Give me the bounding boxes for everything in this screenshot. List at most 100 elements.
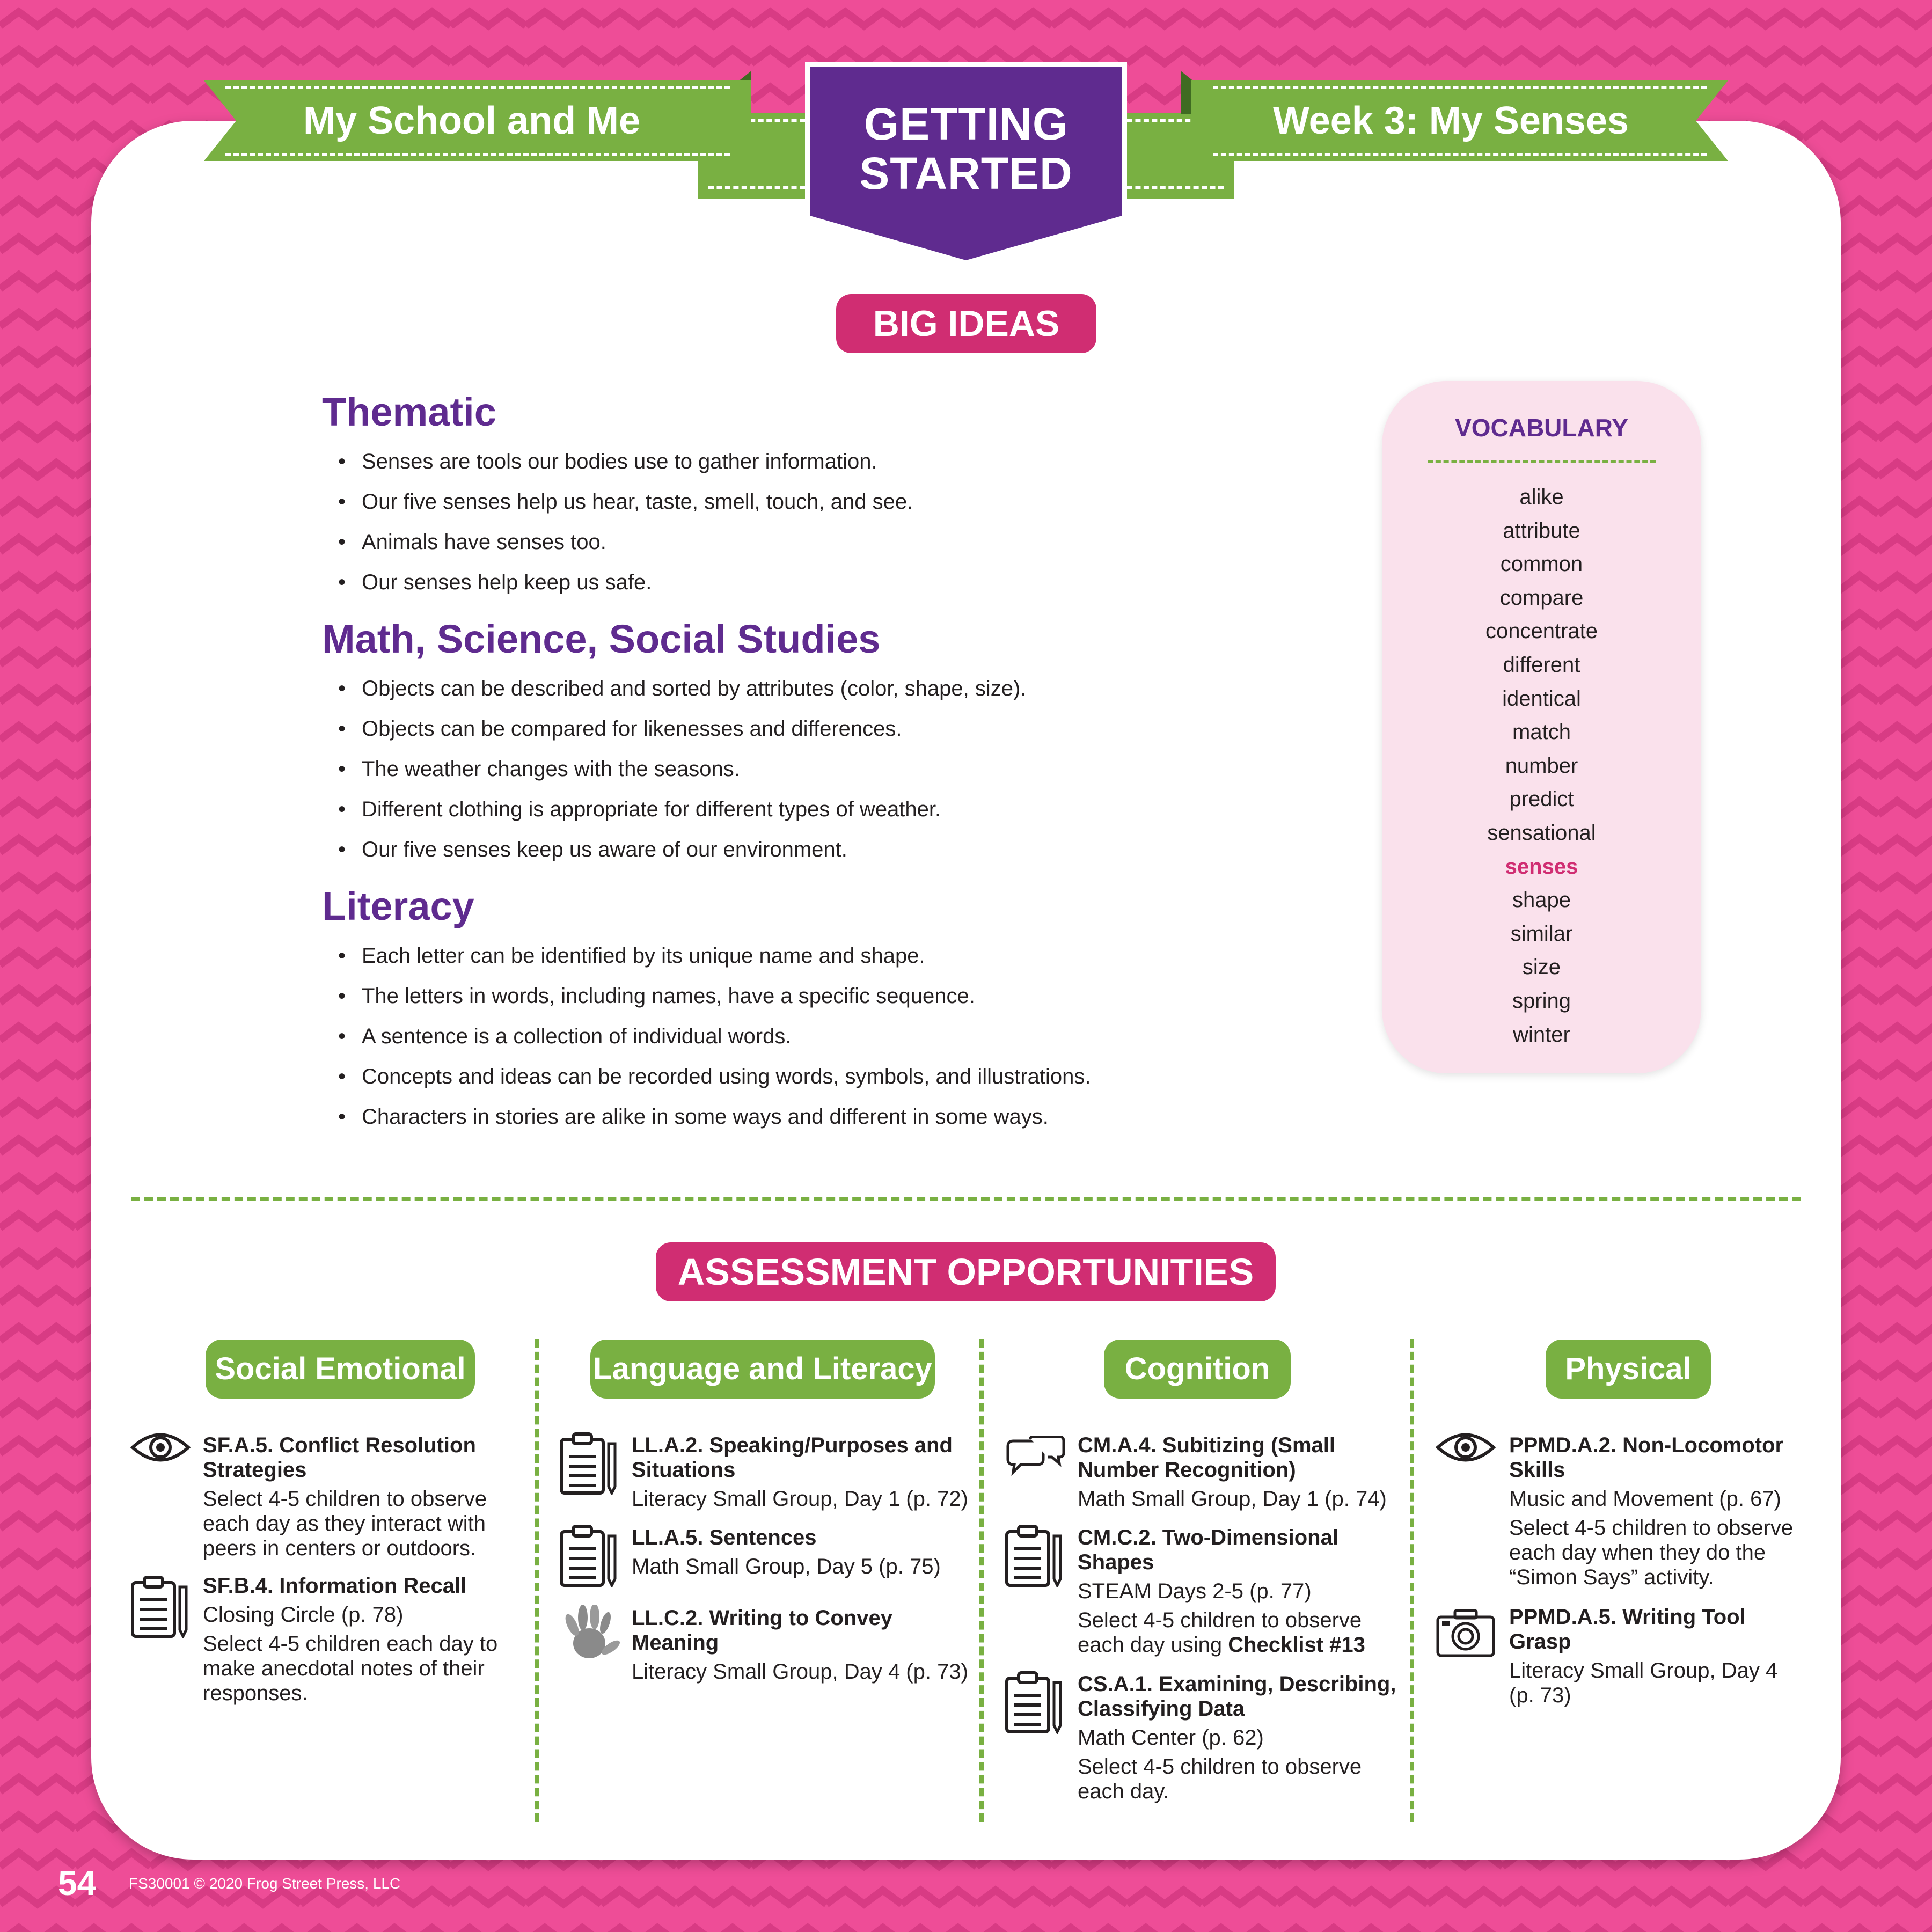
item-description: STEAM Days 2-5 (p. 77)	[1078, 1579, 1312, 1603]
item-description: Closing Circle (p. 78)	[203, 1603, 404, 1627]
banner-right-ribbon: Week 3: My Senses	[1191, 80, 1728, 161]
item-description: Select 4-5 children each day to make anec…	[203, 1632, 498, 1705]
item-code: LL.A.2. Speaking/Purposes and Situations	[632, 1433, 953, 1482]
item-code: PPMD.A.2. Non-Locomotor Skills	[1509, 1433, 1784, 1482]
column-divider	[979, 1339, 984, 1822]
vocab-word: different	[1503, 653, 1580, 677]
vocab-word: predict	[1509, 787, 1574, 811]
vocabulary-title: VOCABULARY	[1455, 414, 1628, 442]
getting-started-title: GETTING STARTED	[859, 99, 1073, 199]
category-social-emotional: Social Emotional	[206, 1340, 475, 1399]
bullet-item: Our five senses help us hear, taste, sme…	[338, 482, 913, 522]
vocabulary-divider	[1428, 460, 1656, 463]
camera-icon	[1436, 1609, 1495, 1657]
vocab-word: compare	[1499, 586, 1584, 610]
vocab-word: sensational	[1487, 821, 1596, 845]
clipboard-icon	[131, 1576, 188, 1638]
assessment-item: SF.A.5. Conflict Resolution Strategies Se…	[203, 1433, 525, 1561]
item-description: Math Center (p. 62)	[1078, 1726, 1264, 1750]
bullet-item: Different clothing is appropriate for di…	[338, 789, 1026, 830]
clipboard-icon	[560, 1525, 617, 1587]
assessment-pill: ASSESSMENT OPPORTUNITIES	[656, 1242, 1276, 1301]
item-description: Select 4-5 children to observe each day u…	[1078, 1608, 1365, 1657]
vocab-word: size	[1522, 955, 1561, 979]
eye-icon	[1436, 1433, 1496, 1462]
item-description: Music and Movement (p. 67)	[1509, 1487, 1781, 1511]
item-code: SF.B.4. Information Recall	[203, 1574, 467, 1598]
copyright: FS30001 © 2020 Frog Street Press, LLC	[129, 1875, 401, 1892]
vocab-word: identical	[1502, 686, 1581, 711]
clipboard-icon	[1005, 1525, 1062, 1587]
item-description: Math Small Group, Day 5 (p. 75)	[632, 1555, 941, 1578]
item-description: Select 4-5 children to observe each day.	[1078, 1755, 1362, 1803]
bullet-item: Objects can be described and sorted by a…	[338, 669, 1026, 709]
item-description: Select 4-5 children to observe each day a…	[203, 1487, 487, 1560]
bullet-item: Characters in stories are alike in some …	[338, 1097, 1091, 1137]
bullet-item: A sentence is a collection of individual…	[338, 1016, 1091, 1057]
vocab-word-highlighted: senses	[1505, 854, 1578, 879]
bullet-item: The weather changes with the seasons.	[338, 749, 1026, 789]
assessment-item: CS.A.1. Examining, Describing, Classifyin…	[1078, 1672, 1405, 1804]
assessment-item: PPMD.A.5. Writing Tool Grasp Literacy Sma…	[1509, 1605, 1810, 1708]
category-physical: Physical	[1546, 1340, 1711, 1399]
vocab-word: spring	[1512, 989, 1571, 1013]
assessment-item: LL.C.2. Writing to Convey Meaning Literac…	[632, 1606, 975, 1684]
vocab-word: winter	[1513, 1022, 1570, 1046]
item-description: Select 4-5 children to observe each day w…	[1509, 1516, 1794, 1589]
checklist-reference: Checklist #13	[1228, 1633, 1365, 1657]
literacy-bullets: Each letter can be identified by its uni…	[338, 936, 1091, 1137]
section-heading-math-science: Math, Science, Social Studies	[322, 617, 881, 661]
category-cognition: Cognition	[1104, 1340, 1291, 1399]
speech-bubbles-icon	[1006, 1436, 1065, 1476]
banner-left-ribbon: My School and Me	[204, 80, 751, 161]
item-code: CM.A.4. Subitizing (Small Number Recognit…	[1078, 1433, 1336, 1482]
thematic-bullets: Senses are tools our bodies use to gathe…	[338, 442, 913, 603]
assessment-item: SF.B.4. Information Recall Closing Circl…	[203, 1574, 525, 1706]
vocab-word: number	[1505, 753, 1578, 778]
assessment-item: PPMD.A.2. Non-Locomotor Skills Music and …	[1509, 1433, 1810, 1590]
big-ideas-pill: BIG IDEAS	[836, 294, 1096, 353]
vocab-word: match	[1512, 720, 1571, 744]
page-number: 54	[58, 1864, 97, 1902]
math-science-bullets: Objects can be described and sorted by a…	[338, 669, 1026, 870]
vocab-word: shape	[1512, 888, 1571, 912]
banner-right-title: Week 3: My Senses	[1272, 99, 1629, 142]
clipboard-icon	[1005, 1671, 1062, 1734]
assessment-item: CM.C.2. Two-Dimensional Shapes STEAM Days…	[1078, 1525, 1405, 1657]
bullet-item: Animals have senses too.	[338, 522, 913, 562]
vocabulary-list: alike attribute common compare concentra…	[1382, 480, 1701, 1051]
eye-icon	[130, 1433, 191, 1462]
vocab-word: common	[1500, 552, 1583, 576]
banner-left-title: My School and Me	[303, 99, 641, 142]
vocab-word: concentrate	[1485, 619, 1598, 643]
clipboard-icon	[560, 1432, 617, 1495]
item-code: LL.A.5. Sentences	[632, 1526, 817, 1549]
vocab-word: similar	[1510, 921, 1573, 946]
vocab-word: attribute	[1503, 518, 1580, 543]
section-heading-thematic: Thematic	[322, 390, 496, 434]
bullet-item: The letters in words, including names, h…	[338, 976, 1091, 1016]
item-description: Math Small Group, Day 1 (p. 74)	[1078, 1487, 1387, 1511]
section-divider	[131, 1197, 1801, 1201]
assessment-item: LL.A.2. Speaking/Purposes and Situations …	[632, 1433, 975, 1511]
category-language-literacy: Language and Literacy	[590, 1340, 935, 1399]
bullet-item: Senses are tools our bodies use to gathe…	[338, 442, 913, 482]
item-description: Literacy Small Group, Day 4 (p. 73)	[632, 1660, 968, 1684]
item-code: SF.A.5. Conflict Resolution Strategies	[203, 1433, 476, 1482]
item-code: CM.C.2. Two-Dimensional Shapes	[1078, 1526, 1338, 1574]
assessment-item: LL.A.5. Sentences Math Small Group, Day …	[632, 1525, 975, 1579]
bullet-item: Our senses help keep us safe.	[338, 562, 913, 603]
item-code: CS.A.1. Examining, Describing, Classifyin…	[1078, 1672, 1396, 1721]
section-heading-literacy: Literacy	[322, 884, 474, 928]
item-code: LL.C.2. Writing to Convey Meaning	[632, 1606, 892, 1655]
bullet-item: Objects can be compared for likenesses a…	[338, 709, 1026, 749]
handprint-icon	[565, 1605, 620, 1658]
column-divider	[535, 1339, 539, 1822]
item-code: PPMD.A.5. Writing Tool Grasp	[1509, 1605, 1746, 1653]
item-description: Literacy Small Group, Day 4 (p. 73)	[1509, 1659, 1778, 1707]
bullet-item: Our five senses keep us aware of our env…	[338, 830, 1026, 870]
column-divider	[1410, 1339, 1414, 1822]
bullet-item: Concepts and ideas can be recorded using…	[338, 1057, 1091, 1097]
item-description: Literacy Small Group, Day 1 (p. 72)	[632, 1487, 968, 1511]
bullet-item: Each letter can be identified by its uni…	[338, 936, 1091, 976]
